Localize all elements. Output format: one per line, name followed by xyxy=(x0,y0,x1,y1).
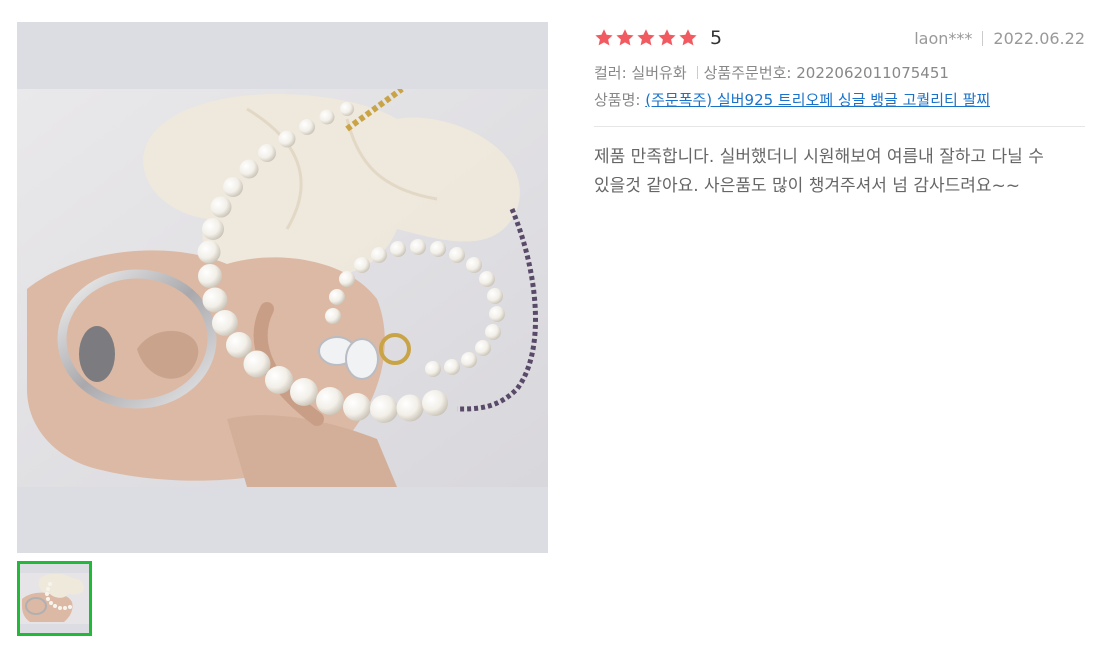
star-icon xyxy=(616,29,634,46)
divider xyxy=(982,30,984,46)
review-content: 제품 만족합니다. 실버했더니 시원해보여 여름내 잘하고 다닐 수 있을것 같… xyxy=(594,147,1044,196)
review-photo-viewer xyxy=(17,22,548,553)
product-name-prefix: 상품명: xyxy=(594,91,641,109)
star-icon xyxy=(637,29,655,46)
star-icon xyxy=(679,29,697,46)
review-photo-thumbnail[interactable] xyxy=(17,561,92,636)
color-option: 컬러: 실버유화 xyxy=(594,64,687,82)
review-panel: 5 laon*** 2022.06.22 컬러: 실버유화 상품주문번호: 202… xyxy=(594,22,1085,201)
divider xyxy=(696,66,698,79)
review-photo xyxy=(17,89,548,487)
option-row: 컬러: 실버유화 상품주문번호: 2022062011075451 xyxy=(594,60,1085,87)
order-number: 상품주문번호: 2022062011075451 xyxy=(703,64,949,82)
divider-line xyxy=(594,126,1085,127)
review-meta: 컬러: 실버유화 상품주문번호: 2022062011075451 상품명: (주… xyxy=(594,60,1085,114)
star-icon xyxy=(595,29,613,46)
review-date: 2022.06.22 xyxy=(993,28,1085,48)
product-row: 상품명: (주문폭주) 실버925 트리오페 싱글 뱅글 고퀄리티 팔찌 xyxy=(594,87,1085,114)
rating-stars xyxy=(594,28,698,48)
review-header: 5 laon*** 2022.06.22 xyxy=(594,22,1085,54)
star-icon xyxy=(658,29,676,46)
product-name-link[interactable]: (주문폭주) 실버925 트리오페 싱글 뱅글 고퀄리티 팔찌 xyxy=(645,87,990,114)
rating-score: 5 xyxy=(710,27,723,49)
reviewer-id: laon*** xyxy=(914,28,973,48)
rating: 5 xyxy=(594,27,722,49)
review-author-info: laon*** 2022.06.22 xyxy=(914,29,1085,48)
